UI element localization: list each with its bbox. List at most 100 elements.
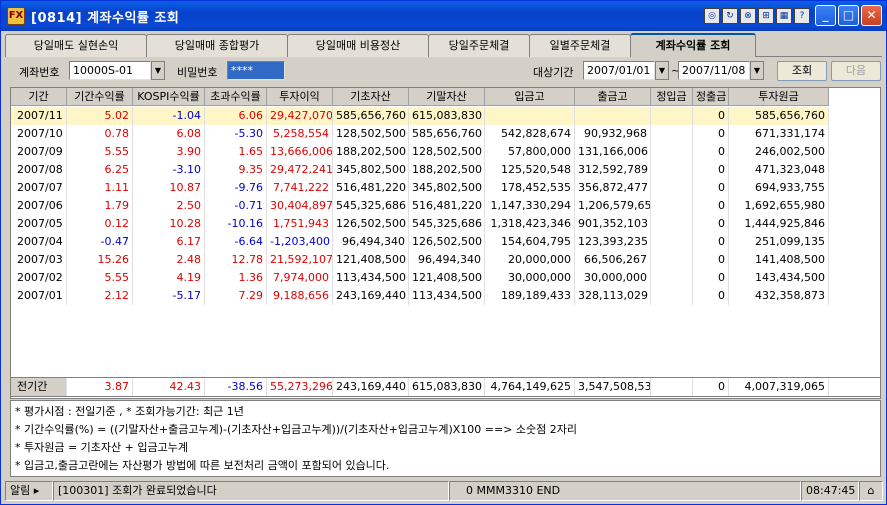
cell-kospi-return: 6.08 bbox=[133, 125, 205, 143]
status-time: 08:47:45 bbox=[801, 481, 859, 501]
close-button[interactable]: ✕ bbox=[861, 5, 882, 26]
date-from-dropdown-icon[interactable]: ▼ bbox=[655, 61, 669, 80]
table-row[interactable]: 2007/02 5.55 4.19 1.36 7,974,000 113,434,500 1… bbox=[11, 269, 829, 287]
table-row[interactable]: 2007/07 1.11 10.87 -9.76 7,741,222 516,481,22… bbox=[11, 179, 829, 197]
cell-net-deposit bbox=[651, 251, 693, 269]
cell-deposit: 189,189,433 bbox=[485, 287, 575, 305]
cell-net-deposit bbox=[651, 215, 693, 233]
cell-excess-return: -0.71 bbox=[205, 197, 267, 215]
cell-begin-asset: 121,408,500 bbox=[333, 251, 409, 269]
cell-period-return: 5.55 bbox=[67, 143, 133, 161]
account-dropdown-icon[interactable]: ▼ bbox=[151, 61, 165, 80]
alert-button[interactable]: 알림 ▸ bbox=[5, 481, 53, 501]
cell-withdrawal: 90,932,968 bbox=[575, 125, 651, 143]
cell-end-asset: 545,325,686 bbox=[409, 215, 485, 233]
header-net-deposit[interactable]: 정입금 bbox=[651, 88, 693, 106]
header-profit[interactable]: 투자이익 bbox=[267, 88, 333, 106]
date-to-dropdown-icon[interactable]: ▼ bbox=[750, 61, 764, 80]
cell-end-asset: 121,408,500 bbox=[409, 269, 485, 287]
refresh-icon[interactable]: ↻ bbox=[722, 8, 738, 24]
cell-deposit: 154,604,795 bbox=[485, 233, 575, 251]
header-principal[interactable]: 투자원금 bbox=[729, 88, 829, 106]
header-end-asset[interactable]: 기말자산 bbox=[409, 88, 485, 106]
cell-period: 2007/01 bbox=[11, 287, 67, 305]
lock-icon[interactable]: ⌂ bbox=[859, 481, 883, 501]
password-input[interactable]: **** bbox=[227, 61, 285, 80]
cell-net-withdrawal: 0 bbox=[693, 125, 729, 143]
cell-excess-return: 6.06 bbox=[205, 107, 267, 125]
cell-net-deposit bbox=[651, 269, 693, 287]
next-button[interactable]: 다음 bbox=[831, 61, 881, 81]
cell-kospi-return: 4.19 bbox=[133, 269, 205, 287]
header-deposit[interactable]: 입금고 bbox=[485, 88, 575, 106]
cell-profit: 30,404,897 bbox=[267, 197, 333, 215]
title-bar[interactable]: FX [0814] 계좌수익률 조회 ◎ ↻ ⊗ ⊞ ▦ ? _ □ ✕ bbox=[1, 1, 886, 31]
tab-cost-settle[interactable]: 당일매매 비용정산 bbox=[287, 34, 429, 57]
return-table: 기간 기간수익률 KOSPI수익률 초과수익률 투자이익 기초자산 기말자산 입금고 출금고 정입… bbox=[10, 87, 881, 399]
header-excess-return[interactable]: 초과수익률 bbox=[205, 88, 267, 106]
account-input[interactable]: 10000S-01 bbox=[69, 61, 151, 80]
cell-deposit: 57,800,000 bbox=[485, 143, 575, 161]
app-icon: FX bbox=[7, 7, 25, 25]
table-row[interactable]: 2007/10 0.78 6.08 -5.30 5,258,554 128,502,500… bbox=[11, 125, 829, 143]
grid-icon[interactable]: ▦ bbox=[776, 8, 792, 24]
maximize-button[interactable]: □ bbox=[838, 5, 859, 26]
tab-daily-eval[interactable]: 당일매매 종합평가 bbox=[146, 34, 288, 57]
tab-filler bbox=[755, 33, 882, 57]
table-row[interactable]: 2007/11 5.02 -1.04 6.06 29,427,070 585,656,76… bbox=[11, 107, 829, 125]
cell-end-asset: 516,481,220 bbox=[409, 197, 485, 215]
minimize-button[interactable]: _ bbox=[815, 5, 836, 26]
date-to-input[interactable]: 2007/11/08 bbox=[678, 61, 750, 80]
header-period[interactable]: 기간 bbox=[11, 88, 67, 106]
table-row[interactable]: 2007/08 6.25 -3.10 9.35 29,472,241 345,802,50… bbox=[11, 161, 829, 179]
header-withdrawal[interactable]: 출금고 bbox=[575, 88, 651, 106]
query-button[interactable]: 조회 bbox=[777, 61, 827, 81]
cell-deposit: 1,147,330,294 bbox=[485, 197, 575, 215]
cell-period-return: 1.11 bbox=[67, 179, 133, 197]
cell-kospi-return: -5.17 bbox=[133, 287, 205, 305]
cell-excess-return: -9.76 bbox=[205, 179, 267, 197]
table-row[interactable]: 2007/01 2.12 -5.17 7.29 9,188,656 243,169,440… bbox=[11, 287, 829, 305]
status-code: 0 MMM3310 END bbox=[449, 481, 801, 501]
tab-account-return[interactable]: 계좌수익률 조회 bbox=[630, 33, 756, 57]
total-excess-return: -38.56 bbox=[205, 378, 267, 396]
cell-begin-asset: 345,802,500 bbox=[333, 161, 409, 179]
cell-net-withdrawal: 0 bbox=[693, 197, 729, 215]
header-period-return[interactable]: 기간수익률 bbox=[67, 88, 133, 106]
cell-excess-return: 9.35 bbox=[205, 161, 267, 179]
link-icon[interactable]: ⊞ bbox=[758, 8, 774, 24]
help-icon[interactable]: ? bbox=[794, 8, 810, 24]
status-message: [100301] 조회가 완료되었습니다 bbox=[53, 481, 449, 501]
tab-realized-pnl[interactable]: 당일매도 실현손익 bbox=[5, 34, 147, 57]
cell-principal: 143,434,500 bbox=[729, 269, 829, 287]
cell-period-return: 5.02 bbox=[67, 107, 133, 125]
table-row[interactable]: 2007/09 5.55 3.90 1.65 13,666,006 188,202,500… bbox=[11, 143, 829, 161]
password-label: 비밀번호 bbox=[177, 66, 218, 79]
header-begin-asset[interactable]: 기초자산 bbox=[333, 88, 409, 106]
cell-period: 2007/04 bbox=[11, 233, 67, 251]
header-kospi-return[interactable]: KOSPI수익률 bbox=[133, 88, 205, 106]
cell-period-return: 15.26 bbox=[67, 251, 133, 269]
cell-end-asset: 96,494,340 bbox=[409, 251, 485, 269]
tab-daily-orders[interactable]: 당일주문체결 bbox=[428, 34, 530, 57]
tab-orders-by-day[interactable]: 일별주문체결 bbox=[529, 34, 631, 57]
cell-profit: 9,188,656 bbox=[267, 287, 333, 305]
lookup-icon[interactable]: ◎ bbox=[704, 8, 720, 24]
cell-net-withdrawal: 0 bbox=[693, 215, 729, 233]
cell-kospi-return: 2.50 bbox=[133, 197, 205, 215]
table-row[interactable]: 2007/05 0.12 10.28 -10.16 1,751,943 126,502,5… bbox=[11, 215, 829, 233]
table-row[interactable]: 2007/04 -0.47 6.17 -6.64 -1,203,400 96,494,34… bbox=[11, 233, 829, 251]
window-title: [0814] 계좌수익률 조회 bbox=[31, 10, 180, 26]
note-line: * 입금고,출금고란에는 자산평가 방법에 따른 보전처리 금액이 포함되어 있… bbox=[15, 459, 390, 472]
cell-begin-asset: 128,502,500 bbox=[333, 125, 409, 143]
header-net-withdrawal[interactable]: 정출금 bbox=[693, 88, 729, 106]
table-row[interactable]: 2007/06 1.79 2.50 -0.71 30,404,897 545,325,68… bbox=[11, 197, 829, 215]
table-row[interactable]: 2007/03 15.26 2.48 12.78 21,592,107 121,408,5… bbox=[11, 251, 829, 269]
cancel-icon[interactable]: ⊗ bbox=[740, 8, 756, 24]
cell-net-deposit bbox=[651, 143, 693, 161]
cell-principal: 671,331,174 bbox=[729, 125, 829, 143]
date-from-input[interactable]: 2007/01/01 bbox=[583, 61, 655, 80]
cell-period-return: 5.55 bbox=[67, 269, 133, 287]
cell-net-withdrawal: 0 bbox=[693, 107, 729, 125]
cell-principal: 1,692,655,980 bbox=[729, 197, 829, 215]
